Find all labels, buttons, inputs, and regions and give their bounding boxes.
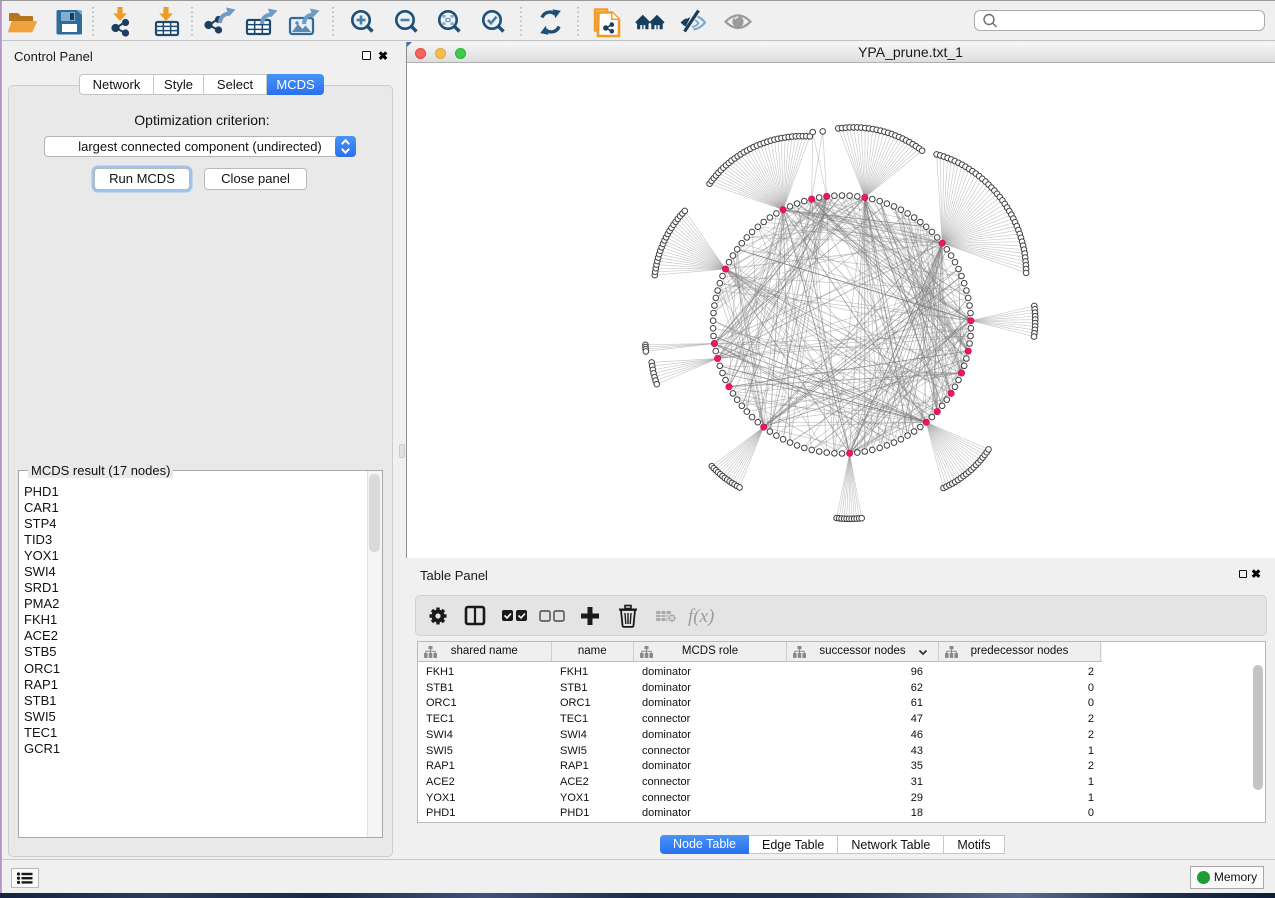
svg-text:f(x): f(x) — [688, 606, 714, 627]
